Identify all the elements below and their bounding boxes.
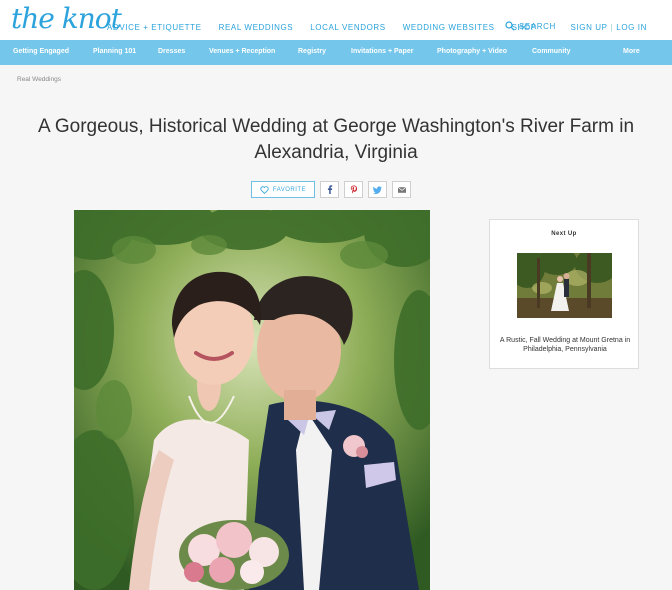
next-up-caption[interactable]: A Rustic, Fall Wedding at Mount Gretna i… [498,336,632,354]
share-toolbar: FAVORITE [251,181,411,198]
heart-icon [260,185,269,194]
cat-more[interactable]: More [623,48,640,55]
cat-getting-engaged[interactable]: Getting Engaged [13,48,69,55]
cat-planning-101[interactable]: Planning 101 [93,48,136,55]
auth-links: SIGN UP | LOG IN [570,23,647,32]
nav-local-vendors[interactable]: LOCAL VENDORS [310,23,386,32]
twitter-icon [373,185,382,194]
email-share-button[interactable] [392,181,411,198]
page-title: A Gorgeous, Historical Wedding at George… [20,114,652,166]
nav-advice-etiquette[interactable]: ADVICE + ETIQUETTE [107,23,202,32]
next-up-photo-illustration [517,253,612,318]
hero-photo [74,210,430,590]
favorite-button[interactable]: FAVORITE [251,181,315,198]
breadcrumb[interactable]: Real Weddings [17,76,61,83]
search-button[interactable]: SEARCH [505,21,556,31]
sign-up-link[interactable]: SIGN UP [570,23,607,32]
search-label: SEARCH [519,21,556,31]
cat-dresses[interactable]: Dresses [158,48,185,55]
page-title-line-2: Alexandria, Virginia [254,142,418,163]
twitter-share-button[interactable] [368,181,387,198]
nav-wedding-websites[interactable]: WEDDING WEBSITES [403,23,495,32]
email-icon [397,186,406,193]
category-nav: Getting Engaged Planning 101 Dresses Ven… [0,40,672,65]
cat-community[interactable]: Community [532,48,571,55]
primary-nav: ADVICE + ETIQUETTE REAL WEDDINGS LOCAL V… [107,23,554,32]
pinterest-icon [350,185,357,194]
facebook-icon [327,185,332,194]
log-in-link[interactable]: LOG IN [616,23,647,32]
pinterest-share-button[interactable] [344,181,363,198]
next-up-card[interactable]: Next Up A Rustic, Fall Wedding at Mount … [489,219,639,369]
next-up-label: Next Up [551,231,577,237]
search-icon [505,21,515,31]
favorite-label: FAVORITE [272,186,307,193]
site-header: the knot ADVICE + ETIQUETTE REAL WEDDING… [0,0,672,40]
nav-real-weddings[interactable]: REAL WEDDINGS [219,23,294,32]
site-logo[interactable]: the knot [11,2,122,35]
cat-registry[interactable]: Registry [298,48,326,55]
couple-photo-illustration [74,210,430,590]
page-title-line-1: A Gorgeous, Historical Wedding at George… [37,116,635,137]
cat-invitations-paper[interactable]: Invitations + Paper [351,48,413,55]
cat-venues-reception[interactable]: Venues + Reception [209,48,275,55]
cat-photography-video[interactable]: Photography + Video [437,48,507,55]
next-up-thumbnail[interactable] [517,253,612,318]
auth-separator: | [610,23,614,32]
facebook-share-button[interactable] [320,181,339,198]
